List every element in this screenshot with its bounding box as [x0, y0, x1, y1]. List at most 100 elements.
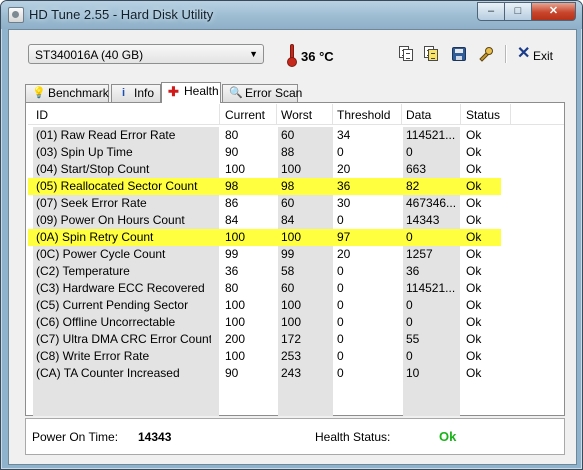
health-status-value: Ok [439, 429, 457, 444]
chevron-down-icon: ▼ [249, 49, 258, 59]
smart-current: 36 [225, 264, 239, 278]
smart-worst: 60 [281, 196, 295, 210]
smart-worst: 243 [281, 366, 302, 380]
tab-benchmark[interactable]: 💡 Benchmark [25, 84, 109, 102]
tab-info[interactable]: i Info [111, 84, 161, 102]
table-row[interactable]: (04) Start/Stop Count 100 100 20 663 Ok [28, 161, 564, 178]
tab-health[interactable]: ✚ Health [161, 82, 221, 103]
smart-threshold: 0 [337, 264, 344, 278]
smart-status: Ok [466, 128, 482, 142]
magnifier-icon: 🔍 [229, 87, 243, 99]
maximize-button[interactable]: □ [505, 2, 532, 21]
close-button[interactable]: ✕ [532, 2, 576, 21]
window-controls: ‒ □ ✕ [477, 2, 576, 21]
table-row[interactable]: (C5) Current Pending Sector 100 100 0 0 Ok [28, 297, 564, 314]
smart-status: Ok [466, 247, 482, 261]
smart-attribute-id: (03) Spin Up Time [36, 145, 133, 159]
lightbulb-icon: 💡 [32, 87, 46, 99]
smart-worst: 88 [281, 145, 295, 159]
smart-data: 0 [406, 298, 413, 312]
smart-threshold: 0 [337, 145, 344, 159]
drive-select[interactable]: ST340016A (40 GB) ▼ [28, 44, 264, 64]
tab-info-label: Info [134, 86, 155, 100]
smart-data: 663 [406, 162, 427, 176]
smart-status: Ok [466, 230, 482, 244]
power-on-time-label: Power On Time: [32, 430, 119, 444]
smart-attribute-id: (04) Start/Stop Count [36, 162, 150, 176]
smart-attribute-id: (C6) Offline Uncorrectable [36, 315, 176, 329]
smart-attribute-id: (09) Power On Hours Count [36, 213, 185, 227]
app-disk-icon [8, 7, 24, 23]
smart-status: Ok [466, 264, 482, 278]
smart-threshold: 0 [337, 213, 344, 227]
smart-attribute-id: (C7) Ultra DMA CRC Error Count [36, 332, 211, 346]
minimize-button[interactable]: ‒ [477, 2, 505, 21]
smart-current: 90 [225, 366, 239, 380]
tab-error-scan[interactable]: 🔍 Error Scan [222, 84, 302, 102]
smart-status: Ok [466, 162, 482, 176]
smart-threshold: 0 [337, 281, 344, 295]
smart-status: Ok [466, 196, 482, 210]
copy-all-icon[interactable] [423, 46, 439, 62]
table-row[interactable]: (0C) Power Cycle Count 99 99 20 1257 Ok [28, 246, 564, 263]
options-tools-icon[interactable] [478, 46, 494, 62]
table-row[interactable]: (09) Power On Hours Count 84 84 0 14343 Ok [28, 212, 564, 229]
table-row[interactable]: (C7) Ultra DMA CRC Error Count 200 172 0 55 O… [28, 331, 564, 348]
table-row[interactable]: (03) Spin Up Time 90 88 0 0 Ok [28, 144, 564, 161]
title-bar[interactable]: HD Tune 2.55 - Hard Disk Utility ‒ □ ✕ [1, 1, 582, 29]
exit-button[interactable]: Exit [533, 49, 553, 63]
copy-info-icon[interactable] [398, 46, 414, 62]
smart-data: 0 [406, 349, 413, 363]
table-row[interactable]: (C2) Temperature 36 58 0 36 Ok [28, 263, 564, 280]
smart-status: Ok [466, 298, 482, 312]
smart-data: 0 [406, 315, 413, 329]
smart-current: 100 [225, 162, 246, 176]
header-current[interactable]: Current [225, 108, 265, 122]
smart-data: 82 [406, 179, 420, 193]
table-row[interactable]: (C8) Write Error Rate 100 253 0 0 Ok [28, 348, 564, 365]
table-row[interactable]: (01) Raw Read Error Rate 80 60 34 114521... O… [28, 127, 564, 144]
smart-threshold: 20 [337, 162, 351, 176]
smart-worst: 100 [281, 298, 302, 312]
smart-worst: 60 [281, 281, 295, 295]
header-threshold[interactable]: Threshold [337, 108, 390, 122]
smart-threshold: 20 [337, 247, 351, 261]
smart-worst: 60 [281, 128, 295, 142]
smart-attribute-id: (C2) Temperature [36, 264, 130, 278]
smart-current: 200 [225, 332, 246, 346]
smart-data: 467346... [406, 196, 457, 210]
smart-worst: 100 [281, 230, 302, 244]
smart-attribute-id: (05) Reallocated Sector Count [36, 179, 198, 193]
smart-data: 114521... [406, 128, 456, 142]
smart-current: 99 [225, 247, 239, 261]
info-icon: i [121, 87, 126, 99]
table-row[interactable]: (07) Seek Error Rate 86 60 30 467346... Ok [28, 195, 564, 212]
header-status[interactable]: Status [466, 108, 500, 122]
table-header: ID Current Worst Threshold Data Status [28, 104, 564, 125]
smart-status: Ok [466, 349, 482, 363]
table-row[interactable]: (C3) Hardware ECC Recovered 80 60 0 114521..… [28, 280, 564, 297]
smart-threshold: 34 [337, 128, 351, 142]
smart-data: 0 [406, 145, 413, 159]
tab-benchmark-label: Benchmark [48, 86, 109, 100]
exit-icon[interactable]: ✕ [517, 46, 530, 62]
smart-threshold: 0 [337, 366, 344, 380]
header-id[interactable]: ID [36, 108, 48, 122]
header-worst[interactable]: Worst [281, 108, 312, 122]
table-row[interactable]: (0A) Spin Retry Count 100 100 97 0 Ok [28, 229, 501, 246]
smart-data: 55 [406, 332, 420, 346]
smart-threshold: 30 [337, 196, 351, 210]
status-area: Power On Time: 14343 Health Status: Ok [25, 418, 565, 455]
header-data[interactable]: Data [406, 108, 431, 122]
smart-current: 80 [225, 281, 239, 295]
save-icon[interactable] [451, 46, 467, 62]
smart-threshold: 36 [337, 179, 351, 193]
smart-current: 86 [225, 196, 239, 210]
table-body: (01) Raw Read Error Rate 80 60 34 114521... O… [28, 127, 564, 382]
client-area: ST340016A (40 GB) ▼ 36 °C ✕ Exit 💡 Bench… [8, 29, 577, 465]
table-row[interactable]: (CA) TA Counter Increased 90 243 0 10 Ok [28, 365, 564, 382]
table-row[interactable]: (C6) Offline Uncorrectable 100 100 0 0 Ok [28, 314, 564, 331]
smart-data: 114521... [406, 281, 456, 295]
table-row[interactable]: (05) Reallocated Sector Count 98 98 36 82 Ok [28, 178, 501, 195]
smart-worst: 84 [281, 213, 295, 227]
